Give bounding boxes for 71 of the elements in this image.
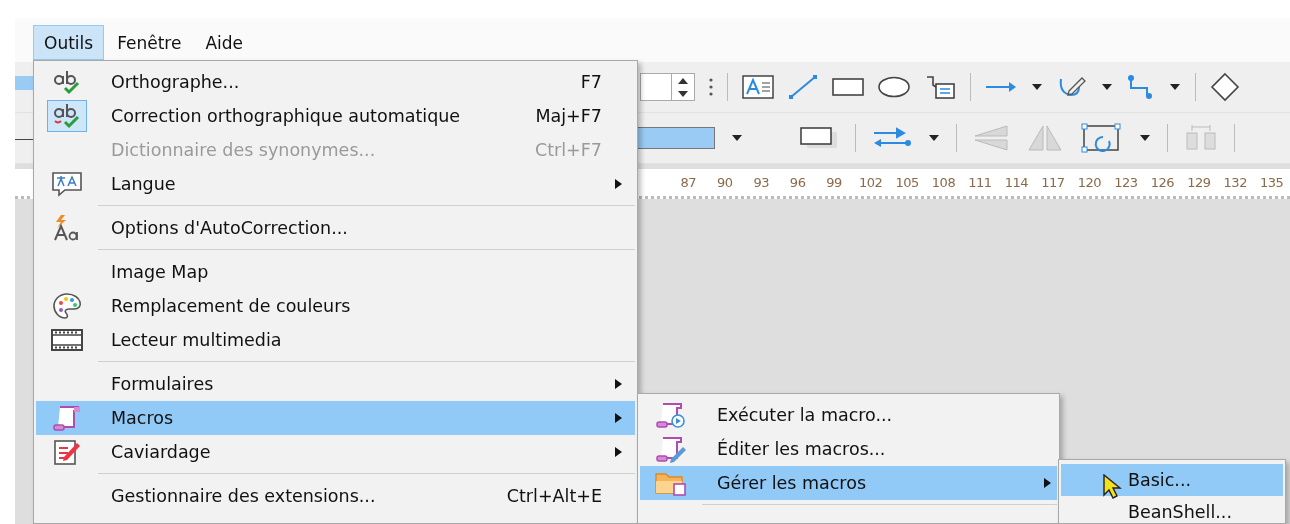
- down-arrow-icon[interactable]: [677, 89, 689, 98]
- menu-item[interactable]: Exécuter la macro...: [640, 398, 1057, 432]
- toolbar-line: [15, 139, 35, 140]
- menu-item[interactable]: Gérer les macros: [640, 466, 1057, 500]
- film-strip-icon: [51, 328, 83, 352]
- arrow-line-icon[interactable]: [985, 81, 1017, 93]
- arrows-icon[interactable]: [872, 127, 912, 149]
- ruler-number: 120: [1076, 175, 1103, 190]
- ruler-number: 87: [679, 175, 697, 190]
- ruler-number: 90: [715, 175, 734, 190]
- ruler-number: 135: [1259, 175, 1285, 190]
- ruler-number: 93: [752, 175, 770, 190]
- callout-icon[interactable]: [924, 74, 956, 100]
- cursor-icon: [1102, 474, 1124, 500]
- more-options-icon[interactable]: [709, 77, 713, 97]
- shadow-icon[interactable]: [799, 126, 839, 150]
- ruler-number: 96: [788, 175, 807, 190]
- line-icon[interactable]: [788, 74, 818, 100]
- menu-item[interactable]: Options d'AutoCorrection...: [36, 211, 635, 245]
- ruler-number: 132: [1222, 175, 1248, 190]
- ruler-number: 99: [825, 175, 843, 190]
- menu-item[interactable]: Orthographe... F7: [36, 65, 635, 99]
- ruler-number: 105: [894, 175, 920, 190]
- menu-item[interactable]: Basic...: [1061, 464, 1283, 496]
- scroll-play-icon: [655, 401, 687, 429]
- ruler-number: 123: [1113, 175, 1139, 190]
- ruler-number: 111: [967, 175, 993, 190]
- menu-item[interactable]: Caviardage: [36, 435, 635, 469]
- spell-check-icon: [52, 69, 82, 95]
- ruler-number: 102: [857, 175, 884, 190]
- scroll-icon: [52, 404, 82, 432]
- menu-title[interactable]: Aide: [194, 25, 254, 60]
- caret-icon[interactable]: [1101, 83, 1113, 91]
- rectangle-icon[interactable]: [832, 77, 864, 97]
- ruler-number: 114: [1003, 175, 1030, 190]
- ellipse-icon[interactable]: [878, 76, 910, 98]
- toolbar-field[interactable]: [15, 76, 35, 90]
- caret-icon[interactable]: [1139, 134, 1151, 142]
- speech-bubble-icon: [51, 171, 83, 197]
- text-box-icon[interactable]: [742, 74, 774, 100]
- menu-item[interactable]: Gestionnaire des extensions... Ctrl+Alt+E: [36, 479, 635, 513]
- ruler-number: 126: [1149, 175, 1175, 190]
- palette-icon: [52, 292, 82, 320]
- menu-item[interactable]: Macros: [36, 401, 635, 435]
- ruler-number: 117: [1040, 175, 1066, 190]
- flip-vertical-icon: [973, 124, 1009, 152]
- caret-icon[interactable]: [731, 134, 743, 142]
- up-arrow-icon[interactable]: [677, 76, 689, 85]
- connector-icon[interactable]: [1127, 74, 1155, 100]
- menu-item[interactable]: Lecteur multimedia: [36, 323, 635, 357]
- menu-item[interactable]: BeanShell...: [1061, 496, 1283, 523]
- menu-title[interactable]: Fenêtre: [106, 25, 193, 60]
- caret-icon[interactable]: [928, 134, 940, 142]
- menu-item[interactable]: Correction orthographique automatique Maj+F7: [36, 99, 635, 133]
- menu-item[interactable]: Éditer les macros...: [640, 432, 1057, 466]
- rotate-icon[interactable]: [1081, 123, 1123, 153]
- caret-icon[interactable]: [1169, 83, 1181, 91]
- ruler-number: 108: [930, 175, 957, 190]
- spin-field[interactable]: [640, 73, 695, 101]
- menu-item[interactable]: Formulaires: [36, 367, 635, 401]
- flip-horizontal-icon: [1025, 124, 1065, 152]
- caret-icon[interactable]: [1031, 83, 1043, 91]
- pencil-document-icon: [52, 438, 82, 466]
- scroll-pencil-icon: [655, 435, 687, 463]
- diamond-icon[interactable]: [1210, 72, 1240, 102]
- menu-item[interactable]: Remplacement de couleurs: [36, 289, 635, 323]
- menu-title[interactable]: Outils: [33, 25, 105, 60]
- ruler-number: 129: [1186, 175, 1212, 190]
- align-objects-icon: [1184, 123, 1218, 153]
- menu-item[interactable]: Langue: [36, 167, 635, 201]
- menu-item[interactable]: Image Map: [36, 255, 635, 289]
